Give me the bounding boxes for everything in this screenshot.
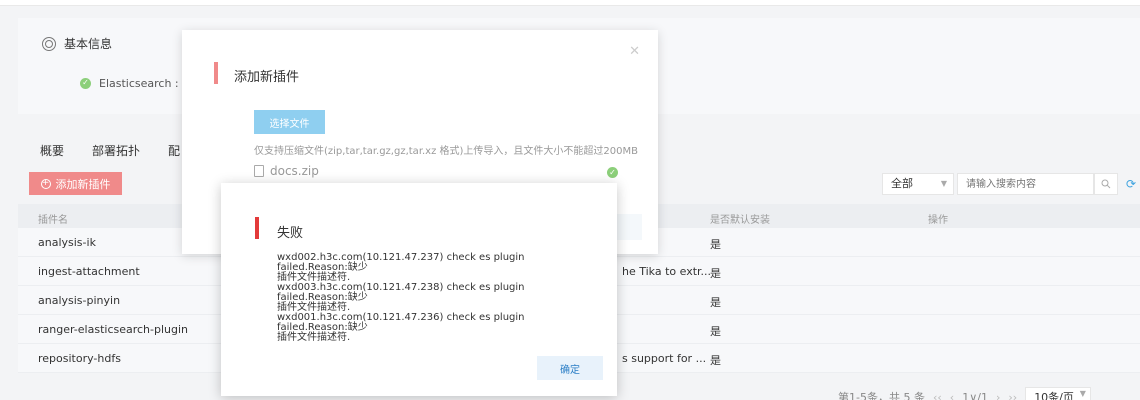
add-plugin-button[interactable]: + 添加新插件 — [29, 172, 122, 195]
row-default-install: 是 — [710, 296, 721, 309]
add-plugin-label: 添加新插件 — [55, 177, 111, 191]
row-plugin-name: analysis-pinyin — [38, 294, 121, 307]
search-button[interactable] — [1094, 173, 1118, 195]
tab-deployment-topology[interactable]: 部署拓扑 — [92, 142, 140, 159]
filter-select[interactable]: 全部 ▼ — [882, 173, 954, 195]
file-icon — [254, 165, 264, 177]
refresh-icon: ⟳ — [1125, 177, 1137, 191]
top-strip — [0, 0, 1140, 6]
check-circle-icon: ✓ — [607, 167, 618, 178]
refresh-button[interactable]: ⟳ — [1122, 173, 1140, 195]
pagination-summary: 第1-5条，共 5 条 — [838, 391, 925, 400]
tab-overview[interactable]: 概要 — [40, 142, 64, 159]
choose-file-button[interactable]: 选择文件 — [254, 110, 325, 134]
close-icon[interactable]: ✕ — [629, 44, 640, 59]
failure-message-line: wxd002.h3c.com(10.121.47.237) check es p… — [277, 252, 525, 273]
failure-message-line: wxd003.h3c.com(10.121.47.238) check es p… — [277, 282, 525, 303]
tab-bar: 概要 部署拓扑 配 — [40, 142, 180, 159]
pagination: 第1-5条，共 5 条 ‹‹ ‹ 1∨/1 › ›› 10条/页 ▼ — [838, 387, 1091, 400]
failure-messages: wxd002.h3c.com(10.121.47.237) check es p… — [277, 253, 597, 343]
failure-dialog: 失败 wxd002.h3c.com(10.121.47.237) check e… — [221, 183, 617, 396]
row-default-install: 是 — [710, 267, 721, 280]
row-default-install: 是 — [710, 354, 721, 367]
row-default-install: 是 — [710, 325, 721, 338]
row-plugin-name: ingest-attachment — [38, 265, 140, 278]
header-plugin-name: 插件名 — [38, 215, 68, 226]
failure-accent-bar — [255, 217, 259, 239]
page-number-select[interactable]: 1∨/1 — [962, 391, 988, 400]
chevron-down-icon: ▼ — [1079, 389, 1086, 398]
basic-info-label: 基本信息 — [64, 37, 113, 51]
page-size-value: 10条/页 — [1034, 391, 1074, 400]
prev-page-button[interactable]: ‹ — [950, 391, 954, 400]
row-plugin-name: ranger-elasticsearch-plugin — [38, 323, 189, 336]
chevron-down-icon: ▼ — [940, 179, 947, 188]
row-description: s support for ... — [622, 352, 707, 365]
tab-config[interactable]: 配 — [168, 142, 180, 159]
check-circle-icon: ✓ — [80, 77, 91, 89]
info-target-icon — [42, 36, 56, 51]
page-size-select[interactable]: 10条/页 ▼ — [1025, 387, 1091, 400]
failure-message-line: 插件文件描述符. — [277, 332, 351, 343]
add-plugin-dialog-title: 添加新插件 — [234, 70, 300, 85]
page-total: /1 — [977, 390, 988, 400]
row-default-install: 是 — [710, 238, 721, 251]
header-operation: 操作 — [928, 215, 948, 226]
search-icon — [1101, 179, 1111, 189]
first-page-button[interactable]: ‹‹ — [933, 391, 942, 400]
filter-select-value: 全部 — [891, 177, 913, 190]
failure-dialog-title: 失败 — [277, 226, 304, 241]
failure-message-line: wxd001.h3c.com(10.121.47.236) check es p… — [277, 312, 525, 333]
header-default-install: 是否默认安装 — [710, 215, 770, 226]
next-page-button[interactable]: › — [996, 391, 1000, 400]
row-description: he Tika to extr... — [622, 265, 712, 278]
uploaded-file-name: docs.zip — [270, 164, 319, 178]
page: 基本信息 ✓ Elasticsearch : 3已 概要 部署拓扑 配 + 添加… — [0, 0, 1140, 400]
uploaded-file: docs.zip ✓ — [254, 164, 618, 178]
dialog-accent-bar — [214, 62, 218, 84]
last-page-button[interactable]: ›› — [1008, 391, 1017, 400]
plus-circle-icon: + — [40, 178, 51, 189]
upload-hint: 仅支持压缩文件(zip,tar,tar.gz,gz,tar.xz 格式)上传导入… — [254, 146, 639, 157]
row-plugin-name: analysis-ik — [38, 236, 96, 249]
ok-button[interactable]: 确定 — [537, 356, 603, 380]
basic-info-title: 基本信息 — [42, 35, 112, 52]
search-input[interactable] — [957, 173, 1094, 195]
row-plugin-name: repository-hdfs — [38, 352, 121, 365]
